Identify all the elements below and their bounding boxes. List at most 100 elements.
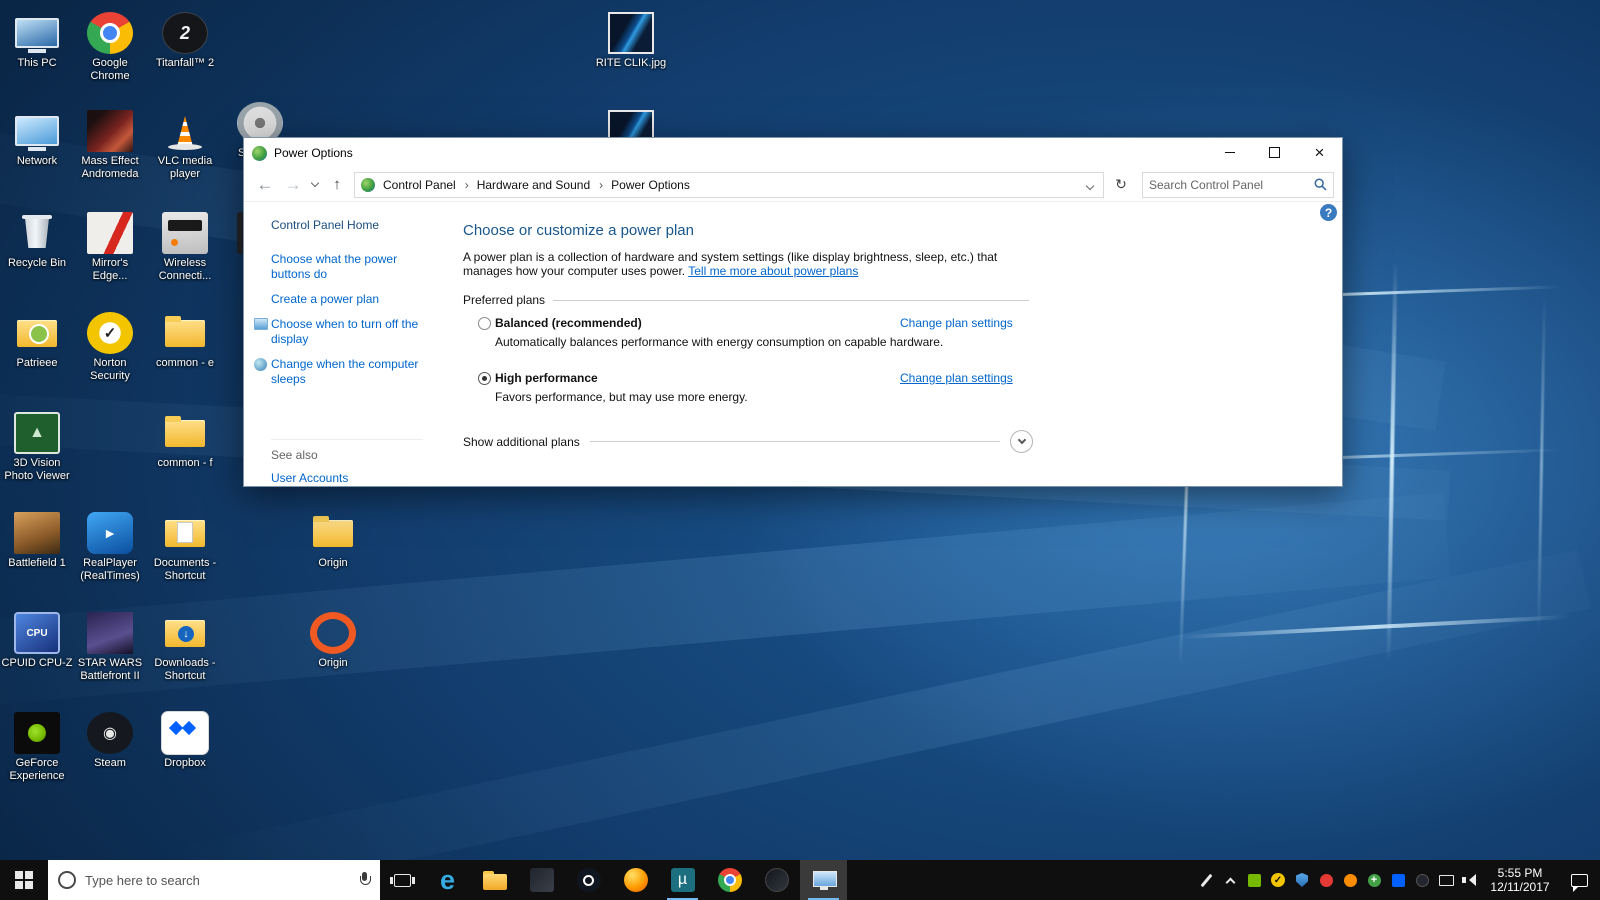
desktop-icon-steam[interactable]: Steam — [74, 712, 146, 770]
taskbar-searchbox[interactable] — [48, 860, 380, 900]
desktop-icon-dropbox[interactable]: Dropbox — [149, 712, 221, 770]
address-bar[interactable]: Control Panel Hardware and Sound Power O… — [354, 171, 1104, 198]
taskbar-app-steam[interactable] — [565, 860, 612, 900]
tray-icon-steam-tray[interactable] — [1410, 860, 1434, 900]
control-panel-search-input[interactable] — [1149, 177, 1314, 192]
cortana-icon — [58, 871, 76, 889]
power-options-small-icon — [361, 177, 375, 192]
desktop-icon-network[interactable]: Network — [1, 110, 73, 168]
breadcrumb-segment-hardware-and-sound[interactable]: Hardware and Sound — [473, 178, 607, 192]
desktop-icon-mirrors-edge[interactable]: Mirror's Edge... — [74, 212, 146, 283]
titlebar[interactable]: Power Options — [244, 138, 1342, 168]
desktop-icon-common-f[interactable]: common - f — [149, 412, 221, 470]
action-center-button[interactable] — [1558, 860, 1600, 900]
sidebar-control-panel-home[interactable]: Control Panel Home — [271, 218, 449, 232]
breadcrumb-segment-power-options[interactable]: Power Options — [607, 178, 694, 192]
taskbar-app-chrome[interactable] — [706, 860, 753, 900]
taskbar-app-utorrent[interactable] — [659, 860, 706, 900]
desktop-icon-this-pc[interactable]: This PC — [1, 12, 73, 70]
tray-icon-norton[interactable] — [1266, 860, 1290, 900]
show-additional-plans-button[interactable] — [1010, 430, 1033, 453]
high-performance-radio[interactable] — [478, 372, 491, 385]
taskbar-app-app-game[interactable] — [518, 860, 565, 900]
minimize-button[interactable] — [1207, 138, 1252, 167]
taskbar: 5:55 PM 12/11/2017 — [0, 860, 1600, 900]
desktop-icon-norton-security[interactable]: Norton Security — [74, 312, 146, 383]
desktop-icon-downloads-shortcut[interactable]: Downloads - Shortcut — [149, 612, 221, 683]
taskbar-app-app-dark[interactable] — [753, 860, 800, 900]
maximize-button[interactable] — [1252, 138, 1297, 167]
desktop-icon-titanfall-2[interactable]: Titanfall™ 2 — [149, 12, 221, 70]
tray-icon-defender[interactable] — [1290, 860, 1314, 900]
blue-box-icon — [1391, 873, 1405, 887]
desktop-icon-label: Steam — [94, 757, 126, 769]
close-button[interactable] — [1297, 138, 1342, 167]
tray-icon-volume[interactable] — [1458, 860, 1482, 900]
sidebar-link-user-accounts[interactable]: User Accounts — [271, 471, 423, 486]
desktop-icon-origin[interactable]: Origin — [297, 612, 369, 670]
desktop-icon-star-wars-battlefront-ii[interactable]: STAR WARS Battlefront II — [74, 612, 146, 683]
desktop-icon-vlc-media-player[interactable]: VLC media player — [149, 110, 221, 181]
taskbar-search-input[interactable] — [85, 872, 350, 888]
taskbar-app-control-panel[interactable] — [800, 860, 847, 900]
help-button[interactable] — [1320, 204, 1337, 221]
sidebar-link-computer-sleeps[interactable]: Change when the computer sleeps — [254, 357, 423, 387]
desktop-icon-patrieee[interactable]: Patrieee — [1, 312, 73, 370]
control-panel-icon — [812, 870, 837, 890]
desktop-icon-common-e[interactable]: common - e — [149, 312, 221, 370]
taskbar-clock[interactable]: 5:55 PM 12/11/2017 — [1482, 860, 1558, 900]
desktop-icon-documents-shortcut[interactable]: Documents - Shortcut — [149, 512, 221, 583]
tray-icon-tray-orange[interactable] — [1338, 860, 1362, 900]
task-view-button[interactable] — [380, 860, 424, 900]
taskbar-app-file-explorer[interactable] — [471, 860, 518, 900]
desktop-icon-mass-effect-andromeda[interactable]: Mass Effect Andromeda — [74, 110, 146, 181]
desktop-icon-origin-folder[interactable]: Origin — [297, 512, 369, 570]
pc-icon — [14, 12, 60, 54]
desktop-icon-wireless-connection[interactable]: Wireless Connecti... — [149, 212, 221, 283]
sidebar-link-power-buttons[interactable]: Choose what the power buttons do — [271, 252, 423, 282]
control-panel-searchbox[interactable] — [1142, 171, 1334, 198]
address-dropdown-button[interactable] — [1083, 178, 1097, 192]
desktop-icon-geforce-experience[interactable]: GeForce Experience — [1, 712, 73, 783]
tray-icon-nvidia[interactable] — [1242, 860, 1266, 900]
tray-icon-tray-red[interactable] — [1314, 860, 1338, 900]
speaker-icon — [1462, 873, 1478, 887]
desktop-icon-cpuid-cpu-z[interactable]: CPUID CPU-Z — [1, 612, 73, 670]
desktop-icon-label: Patrieee — [16, 357, 58, 369]
taskbar-app-edge[interactable] — [424, 860, 471, 900]
desktop-icon-battlefield-1[interactable]: Battlefield 1 — [1, 512, 73, 570]
desktop-icon-label: Wireless Connecti... — [158, 257, 212, 282]
microphone-icon[interactable] — [359, 872, 371, 888]
plan-high-performance: High performance Change plan settings Fa… — [463, 371, 1029, 404]
tray-icon-dropbox[interactable] — [1386, 860, 1410, 900]
sidebar-link-turn-off-display[interactable]: Choose when to turn off the display — [254, 317, 423, 347]
tell-me-more-link[interactable]: Tell me more about power plans — [688, 264, 858, 278]
taskbar-app-firefox[interactable] — [612, 860, 659, 900]
tray-icon-windows-ink[interactable] — [1194, 860, 1218, 900]
clock-date: 12/11/2017 — [1490, 880, 1550, 894]
forward-button[interactable] — [280, 172, 306, 198]
start-button[interactable] — [0, 860, 48, 900]
show-additional-plans-row: Show additional plans — [463, 430, 1033, 453]
breadcrumb-segment-control-panel[interactable]: Control Panel — [379, 178, 473, 192]
high-performance-change-plan-settings-link[interactable]: Change plan settings — [900, 371, 1013, 385]
desktop-icon-google-chrome[interactable]: Google Chrome — [74, 12, 146, 83]
tray-icon-show-hidden-icons[interactable] — [1218, 860, 1242, 900]
sidebar-link-create-plan[interactable]: Create a power plan — [271, 292, 423, 307]
refresh-button[interactable] — [1108, 172, 1134, 198]
tray-icon-display-settings[interactable] — [1434, 860, 1458, 900]
desktop-icon-3d-vision-photo-viewer[interactable]: 3D Vision Photo Viewer — [1, 412, 73, 483]
balanced-radio[interactable] — [478, 317, 491, 330]
green-plus-icon — [1367, 873, 1381, 887]
desktop-icon-rite-clik[interactable]: RITE CLIK.jpg — [595, 12, 667, 70]
plan-description: Automatically balances performance with … — [495, 335, 944, 349]
desktop-icon-label: RITE CLIK.jpg — [595, 57, 667, 69]
balanced-change-plan-settings-link[interactable]: Change plan settings — [900, 316, 1013, 330]
tray-icon-tray-health[interactable] — [1362, 860, 1386, 900]
up-button[interactable] — [324, 172, 350, 198]
back-button[interactable] — [252, 172, 278, 198]
desktop-icon-recycle-bin[interactable]: Recycle Bin — [1, 212, 73, 270]
desktop-icon-realplayer[interactable]: RealPlayer (RealTimes) — [74, 512, 146, 583]
desktop-icon-label: Downloads - Shortcut — [154, 657, 216, 682]
recent-locations-dropdown[interactable] — [308, 172, 322, 198]
